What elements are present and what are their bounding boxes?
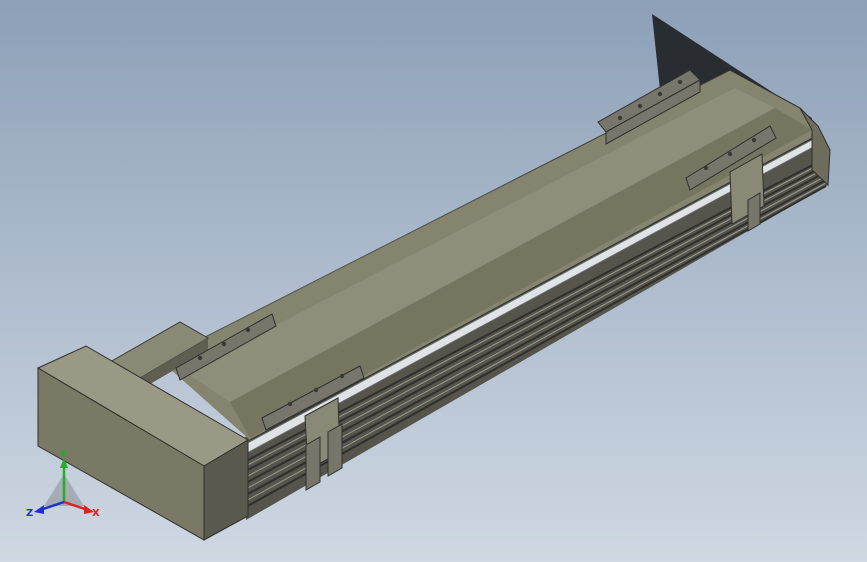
- linear-actuator-model[interactable]: [0, 0, 867, 562]
- view-orientation-triad[interactable]: Y X Z: [24, 446, 104, 526]
- z-axis-label: Z: [26, 508, 33, 519]
- y-axis-label: Y: [59, 449, 68, 460]
- graphics-viewport[interactable]: Y X Z: [0, 0, 867, 562]
- x-axis-label: X: [92, 508, 100, 519]
